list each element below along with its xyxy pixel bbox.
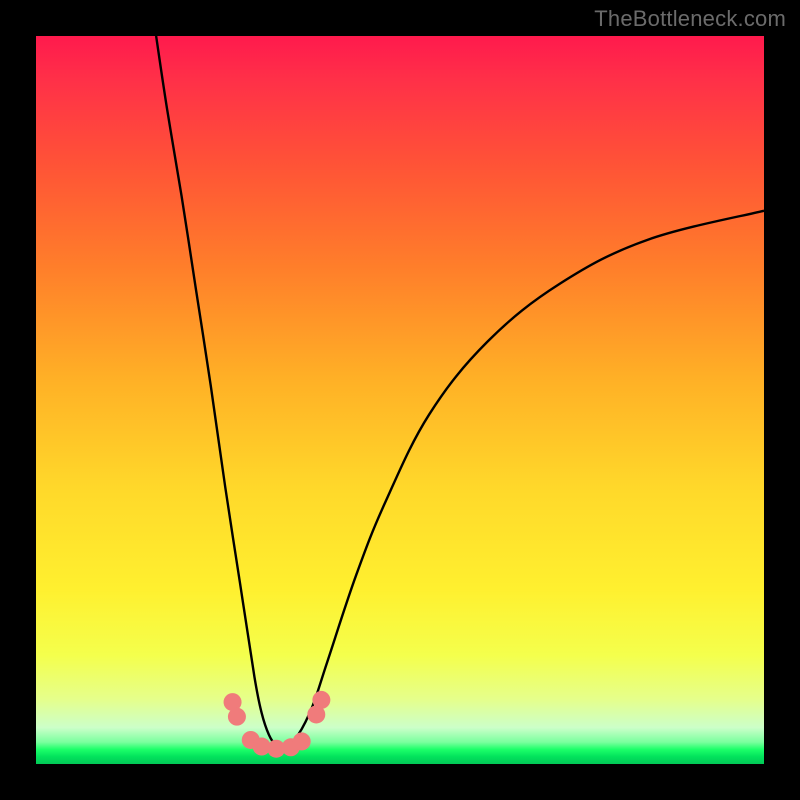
marker-group	[224, 691, 331, 758]
marker-dot	[293, 732, 311, 750]
watermark-text: TheBottleneck.com	[594, 6, 786, 32]
plot-area	[36, 36, 764, 764]
marker-dot	[312, 691, 330, 709]
chart-frame: TheBottleneck.com	[0, 0, 800, 800]
marker-dot	[228, 708, 246, 726]
curve-right-branch	[284, 211, 764, 750]
curve-left-branch	[156, 36, 283, 749]
curve-layer	[36, 36, 764, 764]
